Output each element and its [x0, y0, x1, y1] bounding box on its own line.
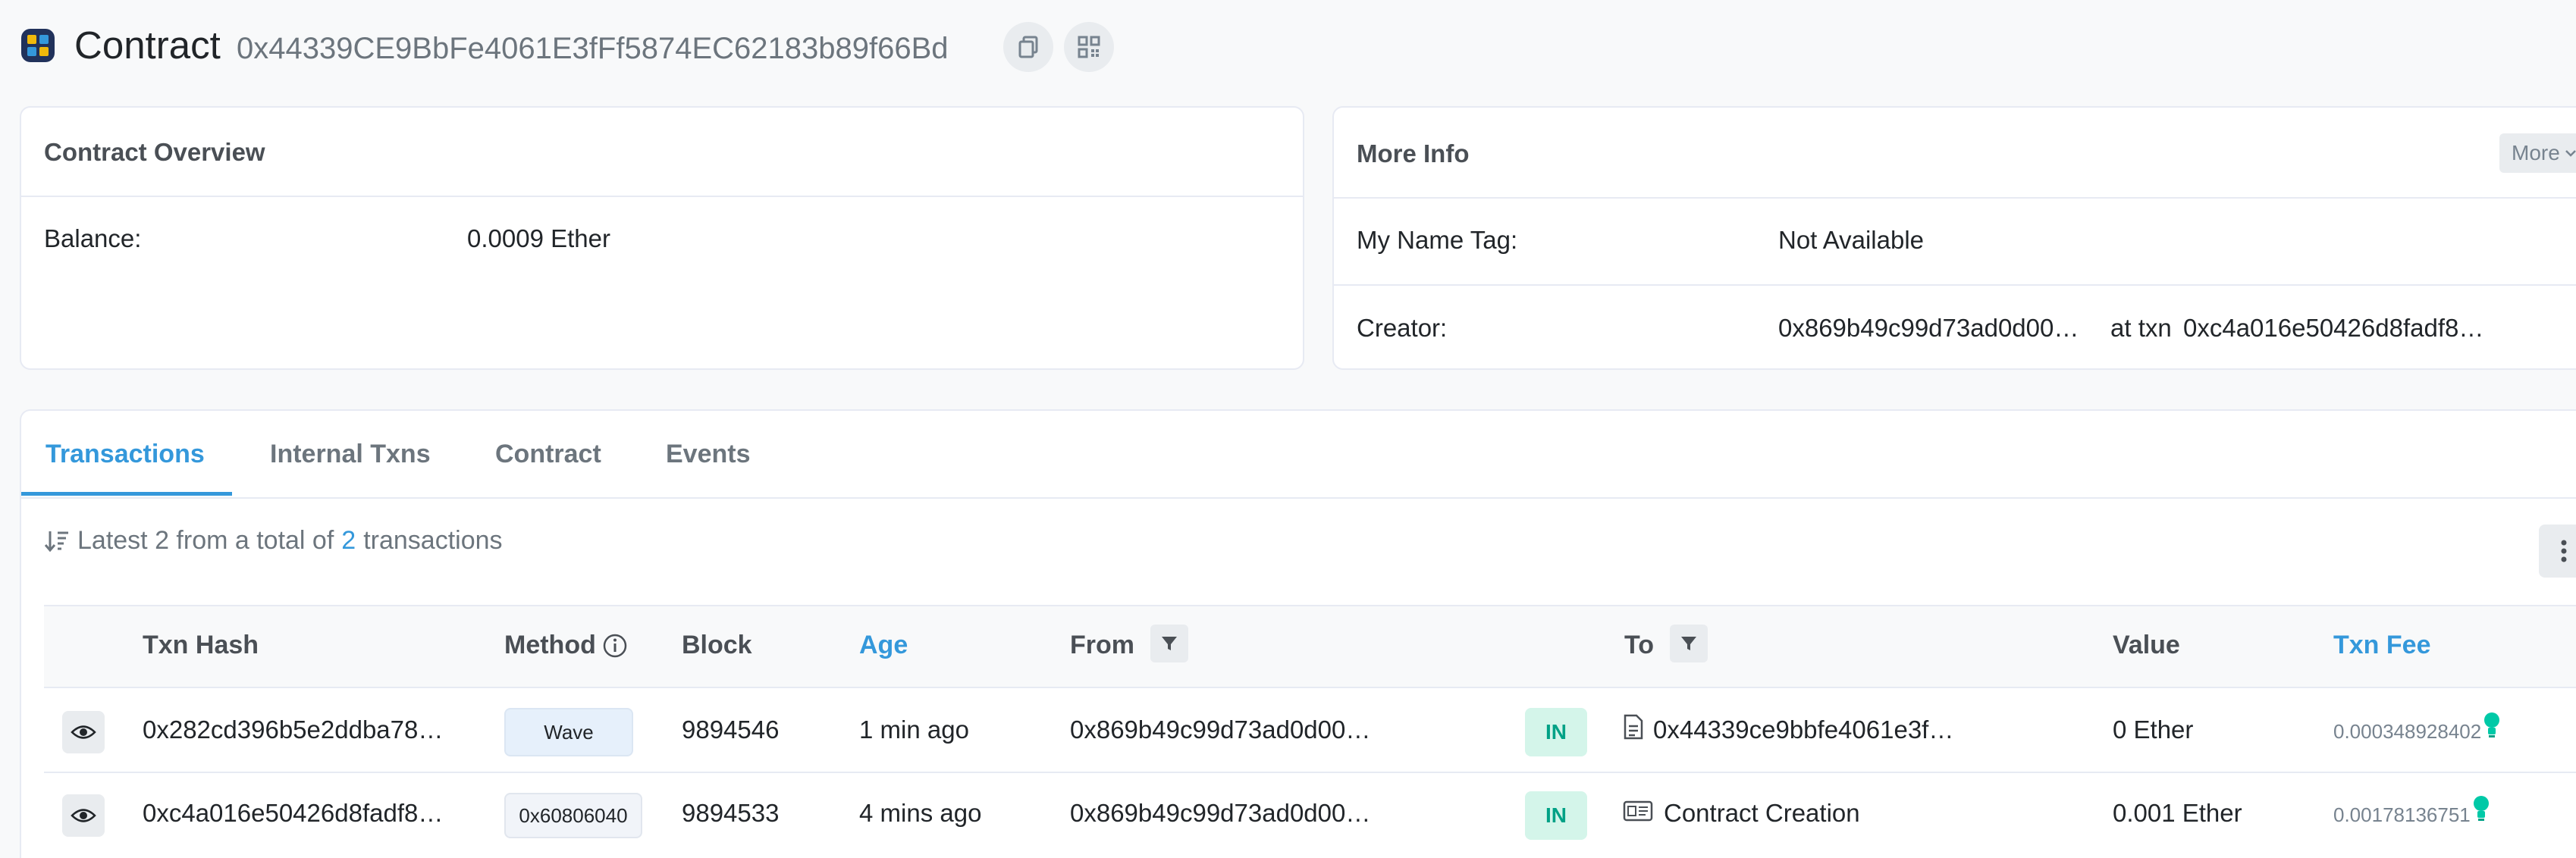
col-value: Value — [2113, 631, 2180, 659]
age-value: 1 min ago — [859, 716, 969, 744]
chevron-down-icon — [2565, 150, 2576, 157]
name-tag-value: Not Available — [1778, 226, 1925, 254]
options-menu-button[interactable] — [2539, 525, 2576, 578]
card-title: More Info — [1357, 139, 1470, 168]
to-address-link[interactable]: 0x44339ce9bbfe4061e3f… — [1653, 716, 1953, 744]
col-method-label: Method — [504, 631, 596, 659]
txn-hash-link[interactable]: 0x282cd396b5e2ddba78… — [143, 716, 443, 744]
transactions-card: Transactions Internal Txns Contract Even… — [20, 409, 2576, 858]
info-icon[interactable] — [602, 633, 628, 659]
block-link[interactable]: 9894546 — [682, 716, 779, 744]
col-method: Method — [504, 631, 628, 660]
name-tag-label: My Name Tag: — [1357, 226, 1518, 254]
contract-creation-icon — [1623, 800, 1653, 825]
txn-fee-value: 0.00178136751 — [2333, 803, 2471, 826]
from-filter-button[interactable] — [1150, 625, 1188, 662]
col-from: From — [1070, 631, 1134, 659]
page-title: Contract — [74, 23, 221, 67]
more-dropdown-button[interactable]: More — [2499, 133, 2576, 173]
fee-bulb-icon — [2472, 794, 2490, 825]
col-to: To — [1624, 631, 1655, 659]
qr-code-button[interactable] — [1064, 22, 1114, 72]
filter-icon — [1162, 637, 1177, 650]
more-info-card: More Info More My Name Tag: Not Availabl… — [1332, 106, 2576, 370]
contract-logo-icon — [20, 27, 56, 64]
creator-label: Creator: — [1357, 314, 1448, 342]
preview-button[interactable] — [62, 794, 105, 837]
transactions-summary: Latest 2 from a total of 2 transactions — [44, 526, 503, 556]
card-title: Contract Overview — [44, 138, 265, 166]
value-amount: 0 Ether — [2113, 716, 2194, 744]
eye-icon — [71, 809, 96, 822]
card-header — [1334, 108, 2576, 199]
summary-prefix: Latest 2 from a total of — [77, 526, 334, 555]
more-label: More — [2512, 141, 2560, 164]
eye-icon — [71, 725, 96, 739]
to-filter-button[interactable] — [1670, 625, 1708, 662]
col-txn-fee[interactable]: Txn Fee — [2333, 631, 2430, 660]
active-tab-indicator — [21, 492, 232, 496]
col-age[interactable]: Age — [859, 631, 908, 660]
txn-hash-link[interactable]: 0xc4a016e50426d8fadf8… — [143, 799, 443, 828]
direction-badge: IN — [1525, 791, 1587, 840]
summary-count[interactable]: 2 — [341, 526, 356, 556]
value-amount: 0.001 Ether — [2113, 799, 2242, 827]
qr-code-icon — [1078, 36, 1100, 58]
from-address-link[interactable]: 0x869b49c99d73ad0d00… — [1070, 799, 1370, 828]
fee-bulb-icon — [2483, 711, 2501, 742]
contract-file-icon — [1623, 714, 1644, 744]
copy-address-button[interactable] — [1003, 22, 1053, 72]
block-link[interactable]: 9894533 — [682, 799, 779, 828]
tab-events[interactable]: Events — [666, 440, 751, 469]
col-txn-hash: Txn Hash — [143, 631, 259, 659]
table-header — [44, 605, 2576, 688]
from-address-link[interactable]: 0x869b49c99d73ad0d00… — [1070, 716, 1370, 744]
at-txn-label: at txn — [2110, 314, 2172, 342]
tab-transactions[interactable]: Transactions — [45, 440, 205, 469]
balance-value: 0.0009 Ether — [467, 224, 610, 252]
age-value: 4 mins ago — [859, 799, 982, 827]
more-vertical-icon — [2561, 540, 2567, 562]
filter-icon — [1681, 637, 1696, 650]
txn-fee-value: 0.000348928402 — [2333, 720, 2482, 743]
method-badge: 0x60806040 — [504, 793, 642, 838]
tab-internal-txns[interactable]: Internal Txns — [270, 440, 431, 469]
tab-contract[interactable]: Contract — [495, 440, 601, 469]
summary-suffix: transactions — [363, 526, 503, 555]
creator-address-link[interactable]: 0x869b49c99d73ad0d00… — [1778, 314, 2079, 343]
creator-txn-link[interactable]: 0xc4a016e50426d8fadf8… — [2183, 314, 2483, 343]
contract-address: 0x44339CE9BbFe4061E3fFf5874EC62183b89f66… — [237, 32, 949, 65]
method-badge: Wave — [504, 708, 633, 756]
balance-label: Balance: — [44, 224, 142, 252]
sort-desc-icon — [44, 531, 68, 552]
copy-icon — [1018, 36, 1038, 58]
contract-creation-label: Contract Creation — [1664, 799, 1860, 827]
col-block: Block — [682, 631, 752, 659]
preview-button[interactable] — [62, 711, 105, 753]
contract-overview-card: Contract Overview Balance: 0.0009 Ether — [20, 106, 1304, 370]
direction-badge: IN — [1525, 708, 1587, 756]
divider — [1334, 284, 2576, 286]
